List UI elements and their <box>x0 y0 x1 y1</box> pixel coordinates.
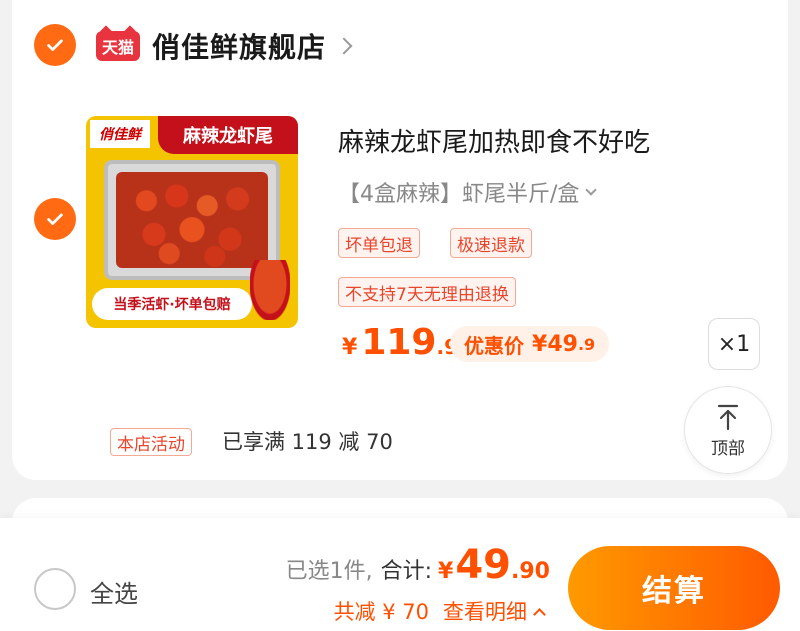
promo-tag: 本店活动 <box>110 428 192 456</box>
select-all-checkbox[interactable] <box>34 568 76 610</box>
service-tag: 不支持7天无理由退换 <box>338 277 516 307</box>
arrow-up-icon <box>717 404 739 430</box>
crawfish-claw-icon <box>250 260 290 320</box>
image-title: 麻辣龙虾尾 <box>158 116 298 154</box>
tmall-logo: 天猫 <box>96 31 140 61</box>
checkout-bar: 全选 已选1件, 合计: ¥ 49 .90 共减 ¥ 70 查看明细 结算 <box>0 518 800 631</box>
item-checkbox[interactable] <box>34 198 76 240</box>
checkout-button[interactable]: 结算 <box>568 546 780 630</box>
quantity-stepper[interactable]: ×1 <box>708 318 760 370</box>
savings-amount: 共减 ¥ 70 <box>333 600 429 624</box>
total-summary: 已选1件, 合计: ¥ 49 .90 <box>285 542 550 588</box>
image-banner: 当季活虾·坏单包赔 <box>92 288 252 320</box>
total-amount: 49 <box>455 542 512 588</box>
service-tag: 极速退款 <box>450 228 532 258</box>
crawfish-illustration <box>116 172 268 268</box>
promo-text: 已享满 119 减 70 <box>222 430 393 454</box>
product-title[interactable]: 麻辣龙虾尾加热即食不好吃 <box>338 122 650 159</box>
chevron-right-icon <box>335 37 353 55</box>
sku-label: 【4盒麻辣】虾尾半斤/盒 <box>338 182 580 207</box>
checkmark-icon <box>47 213 63 225</box>
savings-row[interactable]: 共减 ¥ 70 查看明细 <box>333 596 546 626</box>
checkmark-icon <box>47 39 63 51</box>
sku-selector[interactable]: 【4盒麻辣】虾尾半斤/盒 <box>338 176 598 208</box>
product-image[interactable]: 俏佳鲜 麻辣龙虾尾 当季活虾·坏单包赔 <box>86 116 298 328</box>
shop-checkbox[interactable] <box>34 24 76 66</box>
total-label: 合计: <box>380 559 433 584</box>
image-brand-logo: 俏佳鲜 <box>90 120 150 148</box>
select-all-label[interactable]: 全选 <box>90 574 138 609</box>
chevron-down-icon <box>585 184 598 196</box>
view-details-link[interactable]: 查看明细 <box>443 596 527 626</box>
back-to-top-label: 顶部 <box>711 438 745 459</box>
shop-header[interactable]: 天猫 俏佳鲜旗舰店 <box>96 24 353 68</box>
discount-price-badge: 优惠价 ¥49 .9 <box>450 326 610 362</box>
chevron-up-icon <box>533 607 546 621</box>
shop-name[interactable]: 俏佳鲜旗舰店 <box>152 26 326 66</box>
back-to-top-button[interactable]: 顶部 <box>684 386 772 474</box>
product-price: ¥ 119 .9 <box>342 322 458 363</box>
selected-count: 已选1件, <box>285 559 373 584</box>
service-tag: 坏单包退 <box>338 228 420 258</box>
